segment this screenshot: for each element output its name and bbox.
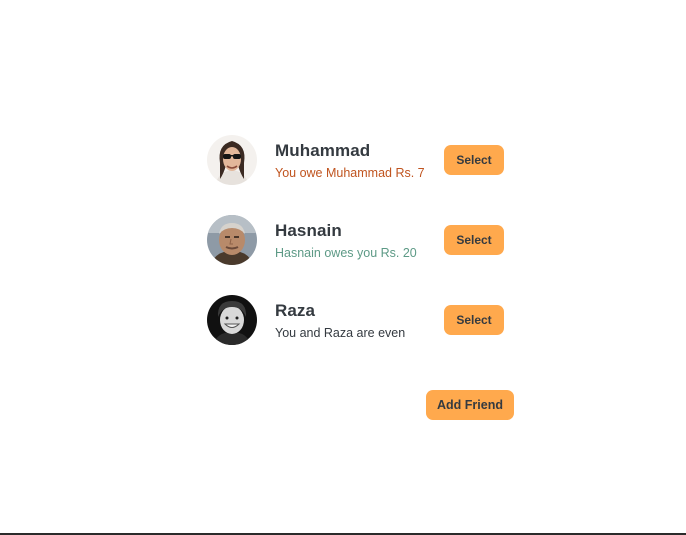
friend-item-hasnain: Hasnain Hasnain owes you Rs. 20 Select: [200, 210, 520, 290]
avatar-muhammad: [207, 135, 257, 185]
friend-item-raza: Raza You and Raza are even Select: [200, 290, 520, 370]
add-friend-button[interactable]: Add Friend: [426, 390, 514, 420]
select-friend-button[interactable]: Select: [444, 305, 504, 335]
friend-balance-text: You owe Muhammad Rs. 7: [275, 166, 425, 180]
friend-item-muhammad: Muhammad You owe Muhammad Rs. 7 Select: [200, 130, 520, 210]
friend-name: Hasnain: [275, 221, 342, 240]
select-friend-button[interactable]: Select: [444, 225, 504, 255]
friend-balance-text: You and Raza are even: [275, 326, 406, 340]
avatar-raza: [207, 295, 257, 345]
friend-balance-text: Hasnain owes you Rs. 20: [275, 246, 417, 260]
avatar-hasnain: [207, 215, 257, 265]
friend-name: Muhammad: [275, 141, 371, 160]
friends-list: Muhammad You owe Muhammad Rs. 7 Select H…: [200, 130, 520, 370]
friend-name: Raza: [275, 301, 316, 320]
select-friend-button[interactable]: Select: [444, 145, 504, 175]
